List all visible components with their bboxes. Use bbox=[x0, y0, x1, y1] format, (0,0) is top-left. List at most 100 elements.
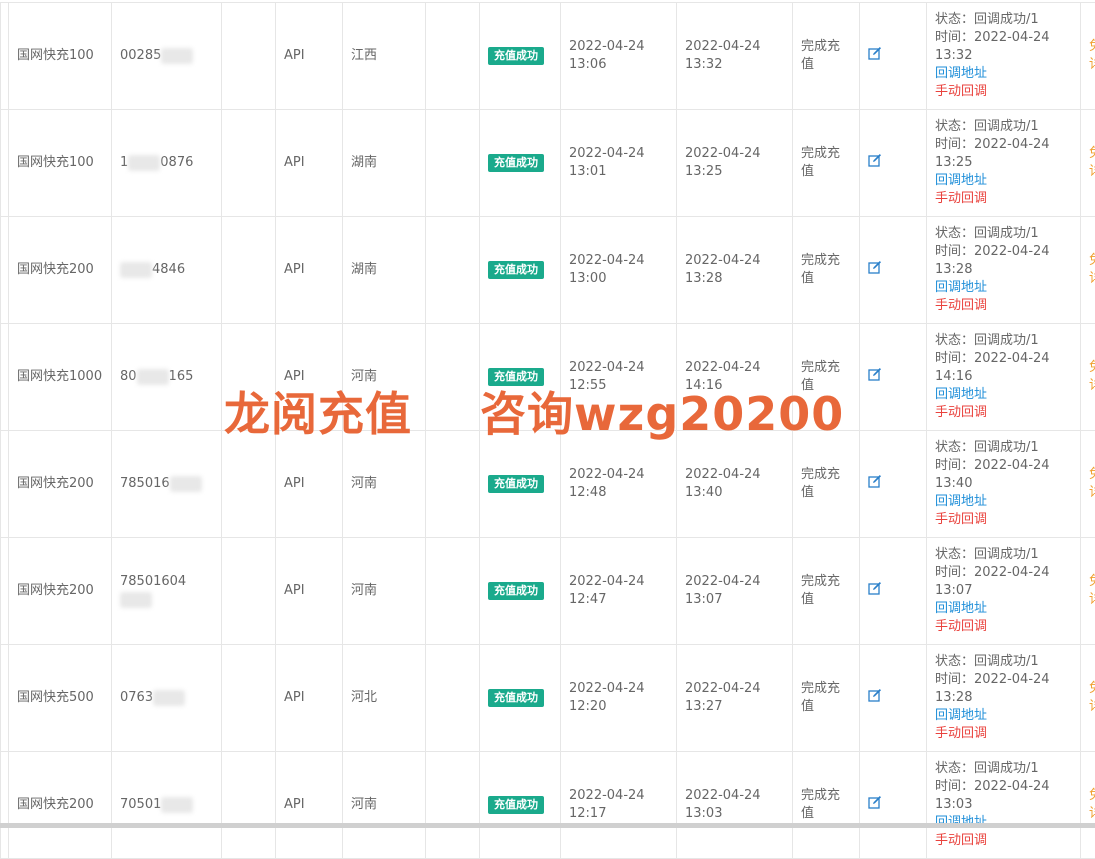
truncated-cell: 免详 bbox=[1081, 431, 1095, 538]
edit-icon[interactable] bbox=[868, 153, 882, 167]
created-time-cell: 2022-04-24 12:20 bbox=[561, 645, 677, 752]
empty-cell bbox=[222, 752, 276, 859]
account-cell: 0763 bbox=[112, 645, 222, 752]
manual-callback-link[interactable]: 手动回调 bbox=[935, 404, 1072, 422]
callback-url-link[interactable]: 回调地址 bbox=[935, 172, 1072, 190]
empty-cell bbox=[426, 3, 480, 110]
callback-status: 状态：回调成功/1 bbox=[935, 11, 1072, 29]
product-name: 国网快充1000 bbox=[17, 369, 102, 384]
channel-cell: API bbox=[276, 645, 343, 752]
callback-status: 状态：回调成功/1 bbox=[935, 225, 1072, 243]
edit-icon[interactable] bbox=[868, 474, 882, 488]
finished-time-cell: 2022-04-24 13:27 bbox=[677, 645, 793, 752]
product-cell: 国网快充200 bbox=[9, 431, 112, 538]
finished-time: 2022-04-24 13:40 bbox=[685, 467, 761, 500]
account-redaction bbox=[170, 476, 202, 492]
finished-time: 2022-04-24 13:32 bbox=[685, 39, 761, 72]
manual-callback-link[interactable]: 手动回调 bbox=[935, 725, 1072, 743]
edit-icon[interactable] bbox=[868, 260, 882, 274]
edit-icon[interactable] bbox=[868, 581, 882, 595]
callback-cell: 状态：回调成功/1 时间：2022-04-24 14:16 回调地址 手动回调 bbox=[927, 324, 1081, 431]
product-name: 国网快充500 bbox=[17, 690, 94, 705]
callback-url-link[interactable]: 回调地址 bbox=[935, 65, 1072, 83]
callback-url-link[interactable]: 回调地址 bbox=[935, 493, 1072, 511]
product-name: 国网快充100 bbox=[17, 155, 94, 170]
row-gutter bbox=[1, 3, 9, 110]
edit-icon[interactable] bbox=[868, 367, 882, 381]
channel-label: API bbox=[284, 797, 305, 812]
result-cell: 完成充值 bbox=[793, 538, 860, 645]
account-number-prefix: 785016 bbox=[120, 476, 170, 491]
callback-url-link[interactable]: 回调地址 bbox=[935, 600, 1072, 618]
truncated-action-text[interactable]: 免详 bbox=[1089, 252, 1095, 288]
finished-time-cell: 2022-04-24 13:07 bbox=[677, 538, 793, 645]
created-time-cell: 2022-04-24 13:06 bbox=[561, 3, 677, 110]
result-text: 完成充值 bbox=[801, 788, 840, 821]
truncated-action-text[interactable]: 免详 bbox=[1089, 466, 1095, 502]
callback-time-date: 时间：2022-04-24 bbox=[935, 457, 1072, 475]
status-badge: 充值成功 bbox=[488, 689, 544, 707]
account-redaction bbox=[153, 690, 185, 706]
manual-callback-link[interactable]: 手动回调 bbox=[935, 618, 1072, 636]
manual-callback-link[interactable]: 手动回调 bbox=[935, 83, 1072, 101]
status-badge: 充值成功 bbox=[488, 796, 544, 814]
product-name: 国网快充200 bbox=[17, 583, 94, 598]
region-cell: 湖南 bbox=[343, 110, 426, 217]
truncated-action-text[interactable]: 免详 bbox=[1089, 38, 1095, 74]
truncated-action-text[interactable]: 免详 bbox=[1089, 573, 1095, 609]
created-time-cell: 2022-04-24 12:47 bbox=[561, 538, 677, 645]
callback-url-link[interactable]: 回调地址 bbox=[935, 386, 1072, 404]
edit-icon[interactable] bbox=[868, 46, 882, 60]
edit-icon[interactable] bbox=[868, 795, 882, 809]
account-cell: 70501 bbox=[112, 752, 222, 859]
account-cell: 78501604 bbox=[112, 538, 222, 645]
account-cell: 80165 bbox=[112, 324, 222, 431]
truncated-action-text[interactable]: 免详 bbox=[1089, 145, 1095, 181]
product-cell: 国网快充500 bbox=[9, 645, 112, 752]
empty-cell bbox=[426, 431, 480, 538]
manual-callback-link[interactable]: 手动回调 bbox=[935, 190, 1072, 208]
finished-time-cell: 2022-04-24 14:16 bbox=[677, 324, 793, 431]
region-cell: 河南 bbox=[343, 752, 426, 859]
callback-url-link[interactable]: 回调地址 bbox=[935, 279, 1072, 297]
truncated-action-text[interactable]: 免详 bbox=[1089, 680, 1095, 716]
table-row: 国网快充200 4846 API 湖南 充值成功 2022-04-24 13:0… bbox=[1, 217, 1095, 324]
truncated-cell: 免详 bbox=[1081, 324, 1095, 431]
callback-time-clock: 13:40 bbox=[935, 475, 1072, 493]
created-time: 2022-04-24 12:20 bbox=[569, 681, 645, 714]
account-redaction bbox=[161, 48, 193, 64]
account-redaction bbox=[137, 369, 169, 385]
region-label: 江西 bbox=[351, 48, 377, 63]
manual-callback-link[interactable]: 手动回调 bbox=[935, 832, 1072, 850]
truncated-action-text[interactable]: 免详 bbox=[1089, 359, 1095, 395]
table-row: 国网快充100 00285 API 江西 充值成功 2022-04-24 13:… bbox=[1, 3, 1095, 110]
created-time: 2022-04-24 12:47 bbox=[569, 574, 645, 607]
callback-cell: 状态：回调成功/1 时间：2022-04-24 13:32 回调地址 手动回调 bbox=[927, 3, 1081, 110]
account-number-prefix: 0763 bbox=[120, 690, 153, 705]
callback-status: 状态：回调成功/1 bbox=[935, 118, 1072, 136]
callback-time-clock: 14:16 bbox=[935, 368, 1072, 386]
edit-icon[interactable] bbox=[868, 688, 882, 702]
callback-url-link[interactable]: 回调地址 bbox=[935, 707, 1072, 725]
empty-cell bbox=[222, 110, 276, 217]
truncated-action-text[interactable]: 免详 bbox=[1089, 787, 1095, 823]
manual-callback-link[interactable]: 手动回调 bbox=[935, 297, 1072, 315]
product-cell: 国网快充200 bbox=[9, 538, 112, 645]
status-badge: 充值成功 bbox=[488, 261, 544, 279]
empty-cell bbox=[426, 538, 480, 645]
edit-cell bbox=[860, 431, 927, 538]
empty-cell bbox=[426, 217, 480, 324]
channel-cell: API bbox=[276, 324, 343, 431]
empty-cell bbox=[222, 538, 276, 645]
channel-label: API bbox=[284, 262, 305, 277]
product-cell: 国网快充1000 bbox=[9, 324, 112, 431]
horizontal-scrollbar[interactable] bbox=[0, 823, 1095, 828]
region-cell: 河南 bbox=[343, 324, 426, 431]
callback-time-date: 时间：2022-04-24 bbox=[935, 243, 1072, 261]
manual-callback-link[interactable]: 手动回调 bbox=[935, 511, 1072, 529]
account-number-suffix: 0876 bbox=[160, 155, 193, 170]
result-cell: 完成充值 bbox=[793, 645, 860, 752]
region-label: 湖南 bbox=[351, 262, 377, 277]
finished-time: 2022-04-24 13:25 bbox=[685, 146, 761, 179]
product-cell: 国网快充100 bbox=[9, 3, 112, 110]
